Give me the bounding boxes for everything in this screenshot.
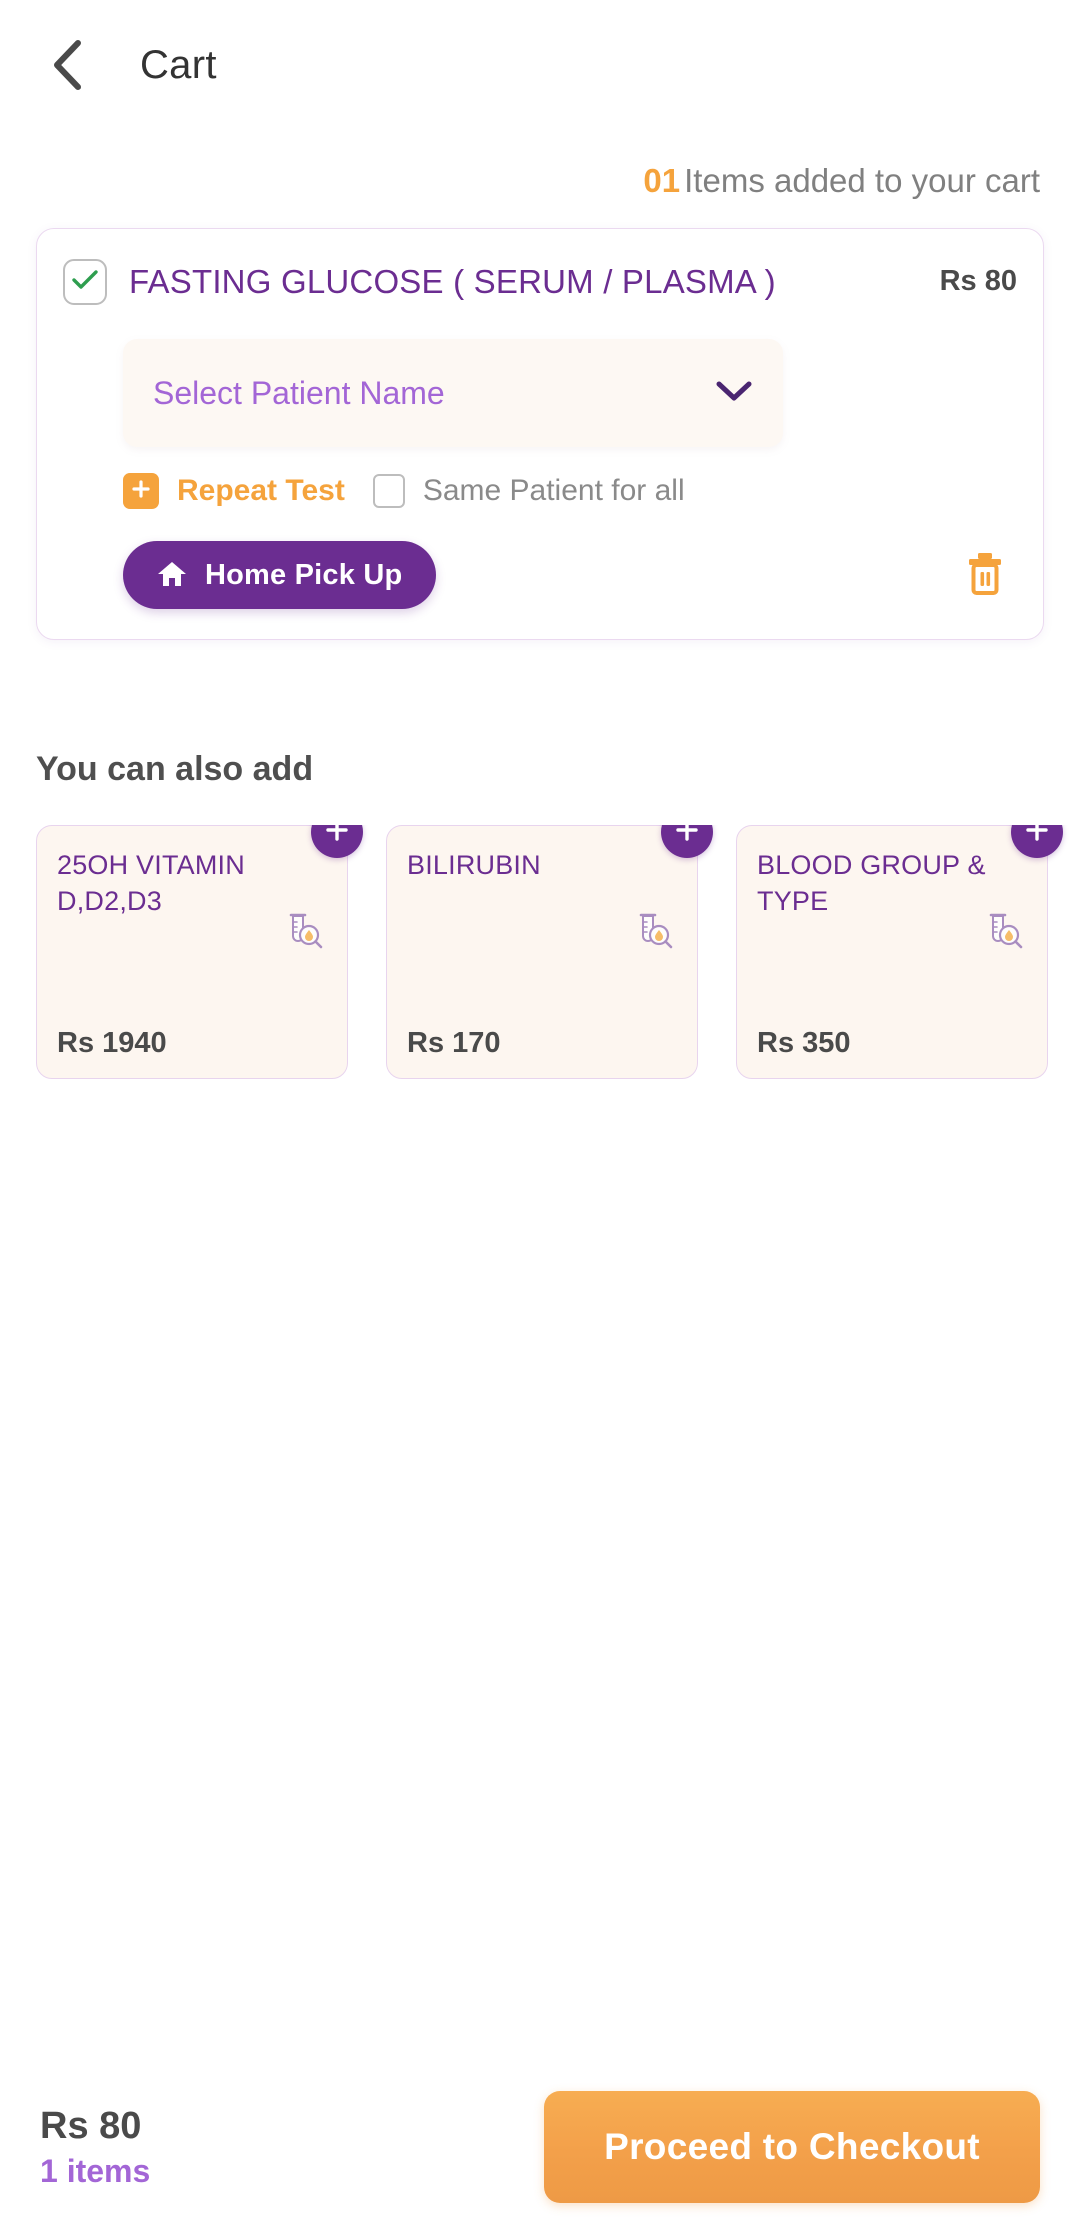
- total-items-count: 1 items: [40, 2152, 151, 2189]
- checkout-bar: Rs 80 1 items Proceed to Checkout: [0, 2057, 1080, 2237]
- suggestion-card[interactable]: BLOOD GROUP & TYPE Rs 350: [736, 825, 1063, 1079]
- app-header: Cart: [0, 0, 1080, 130]
- suggestion-card[interactable]: BILIRUBIN Rs 170: [386, 825, 713, 1079]
- plus-icon: [324, 825, 350, 848]
- plus-icon: [131, 479, 151, 504]
- chevron-down-icon: [715, 379, 753, 408]
- same-patient-label: Same Patient for all: [422, 474, 685, 507]
- item-selected-checkbox[interactable]: [63, 259, 107, 305]
- proceed-to-checkout-button[interactable]: Proceed to Checkout: [544, 2091, 1040, 2203]
- cart-item-header: FASTING GLUCOSE ( SERUM / PLASMA ) Rs 80: [63, 255, 1017, 305]
- repeat-test-row: Repeat Test Same Patient for all: [123, 473, 1017, 509]
- back-button[interactable]: [36, 34, 98, 96]
- same-patient-checkbox[interactable]: [372, 474, 405, 508]
- cart-item-actions: Home Pick Up: [123, 541, 1017, 609]
- suggestions-title: You can also add: [36, 750, 314, 788]
- cart-item-card: FASTING GLUCOSE ( SERUM / PLASMA ) Rs 80…: [36, 228, 1044, 640]
- home-pickup-button[interactable]: Home Pick Up: [123, 541, 437, 609]
- repeat-test-label[interactable]: Repeat Test: [177, 474, 345, 508]
- plus-icon: [1024, 825, 1050, 848]
- check-icon: [71, 268, 99, 297]
- test-tube-magnifier-icon: [631, 910, 675, 959]
- cart-item-price: Rs 80: [939, 265, 1017, 297]
- repeat-test-add-button[interactable]: [123, 473, 159, 509]
- cart-count-text: Items added to your cart: [684, 162, 1040, 199]
- chevron-left-icon: [50, 38, 84, 92]
- test-tube-magnifier-icon: [281, 910, 325, 959]
- plus-icon: [674, 825, 700, 848]
- trash-icon: [965, 551, 1005, 600]
- cart-totals: Rs 80 1 items: [40, 2103, 150, 2191]
- test-tube-magnifier-icon: [981, 910, 1025, 959]
- cart-item-name: FASTING GLUCOSE ( SERUM / PLASMA ): [129, 263, 776, 300]
- patient-name-dropdown[interactable]: Select Patient Name: [123, 339, 783, 447]
- home-pickup-label: Home Pick Up: [205, 558, 403, 591]
- total-amount: Rs 80: [40, 2105, 142, 2148]
- cart-count-number: 01: [643, 162, 681, 199]
- suggestion-price: Rs 1940: [57, 1027, 167, 1059]
- home-icon: [157, 560, 187, 591]
- page-title: Cart: [140, 42, 217, 87]
- suggestion-price: Rs 350: [757, 1027, 851, 1059]
- suggestion-name: BILIRUBIN: [407, 850, 541, 880]
- delete-item-button[interactable]: [965, 551, 1005, 600]
- cart-screen: Cart 01 Items added to your cart FASTING …: [0, 0, 1080, 2237]
- suggestion-card[interactable]: 25OH VITAMIN D,D2,D3 Rs 1940: [36, 825, 363, 1079]
- suggestions-list[interactable]: 25OH VITAMIN D,D2,D3 Rs 1940 BILIRUBIN R…: [36, 825, 1080, 1079]
- suggestion-price: Rs 170: [407, 1027, 501, 1059]
- patient-name-placeholder: Select Patient Name: [153, 374, 445, 411]
- cart-count-line: 01 Items added to your cart: [0, 162, 1080, 200]
